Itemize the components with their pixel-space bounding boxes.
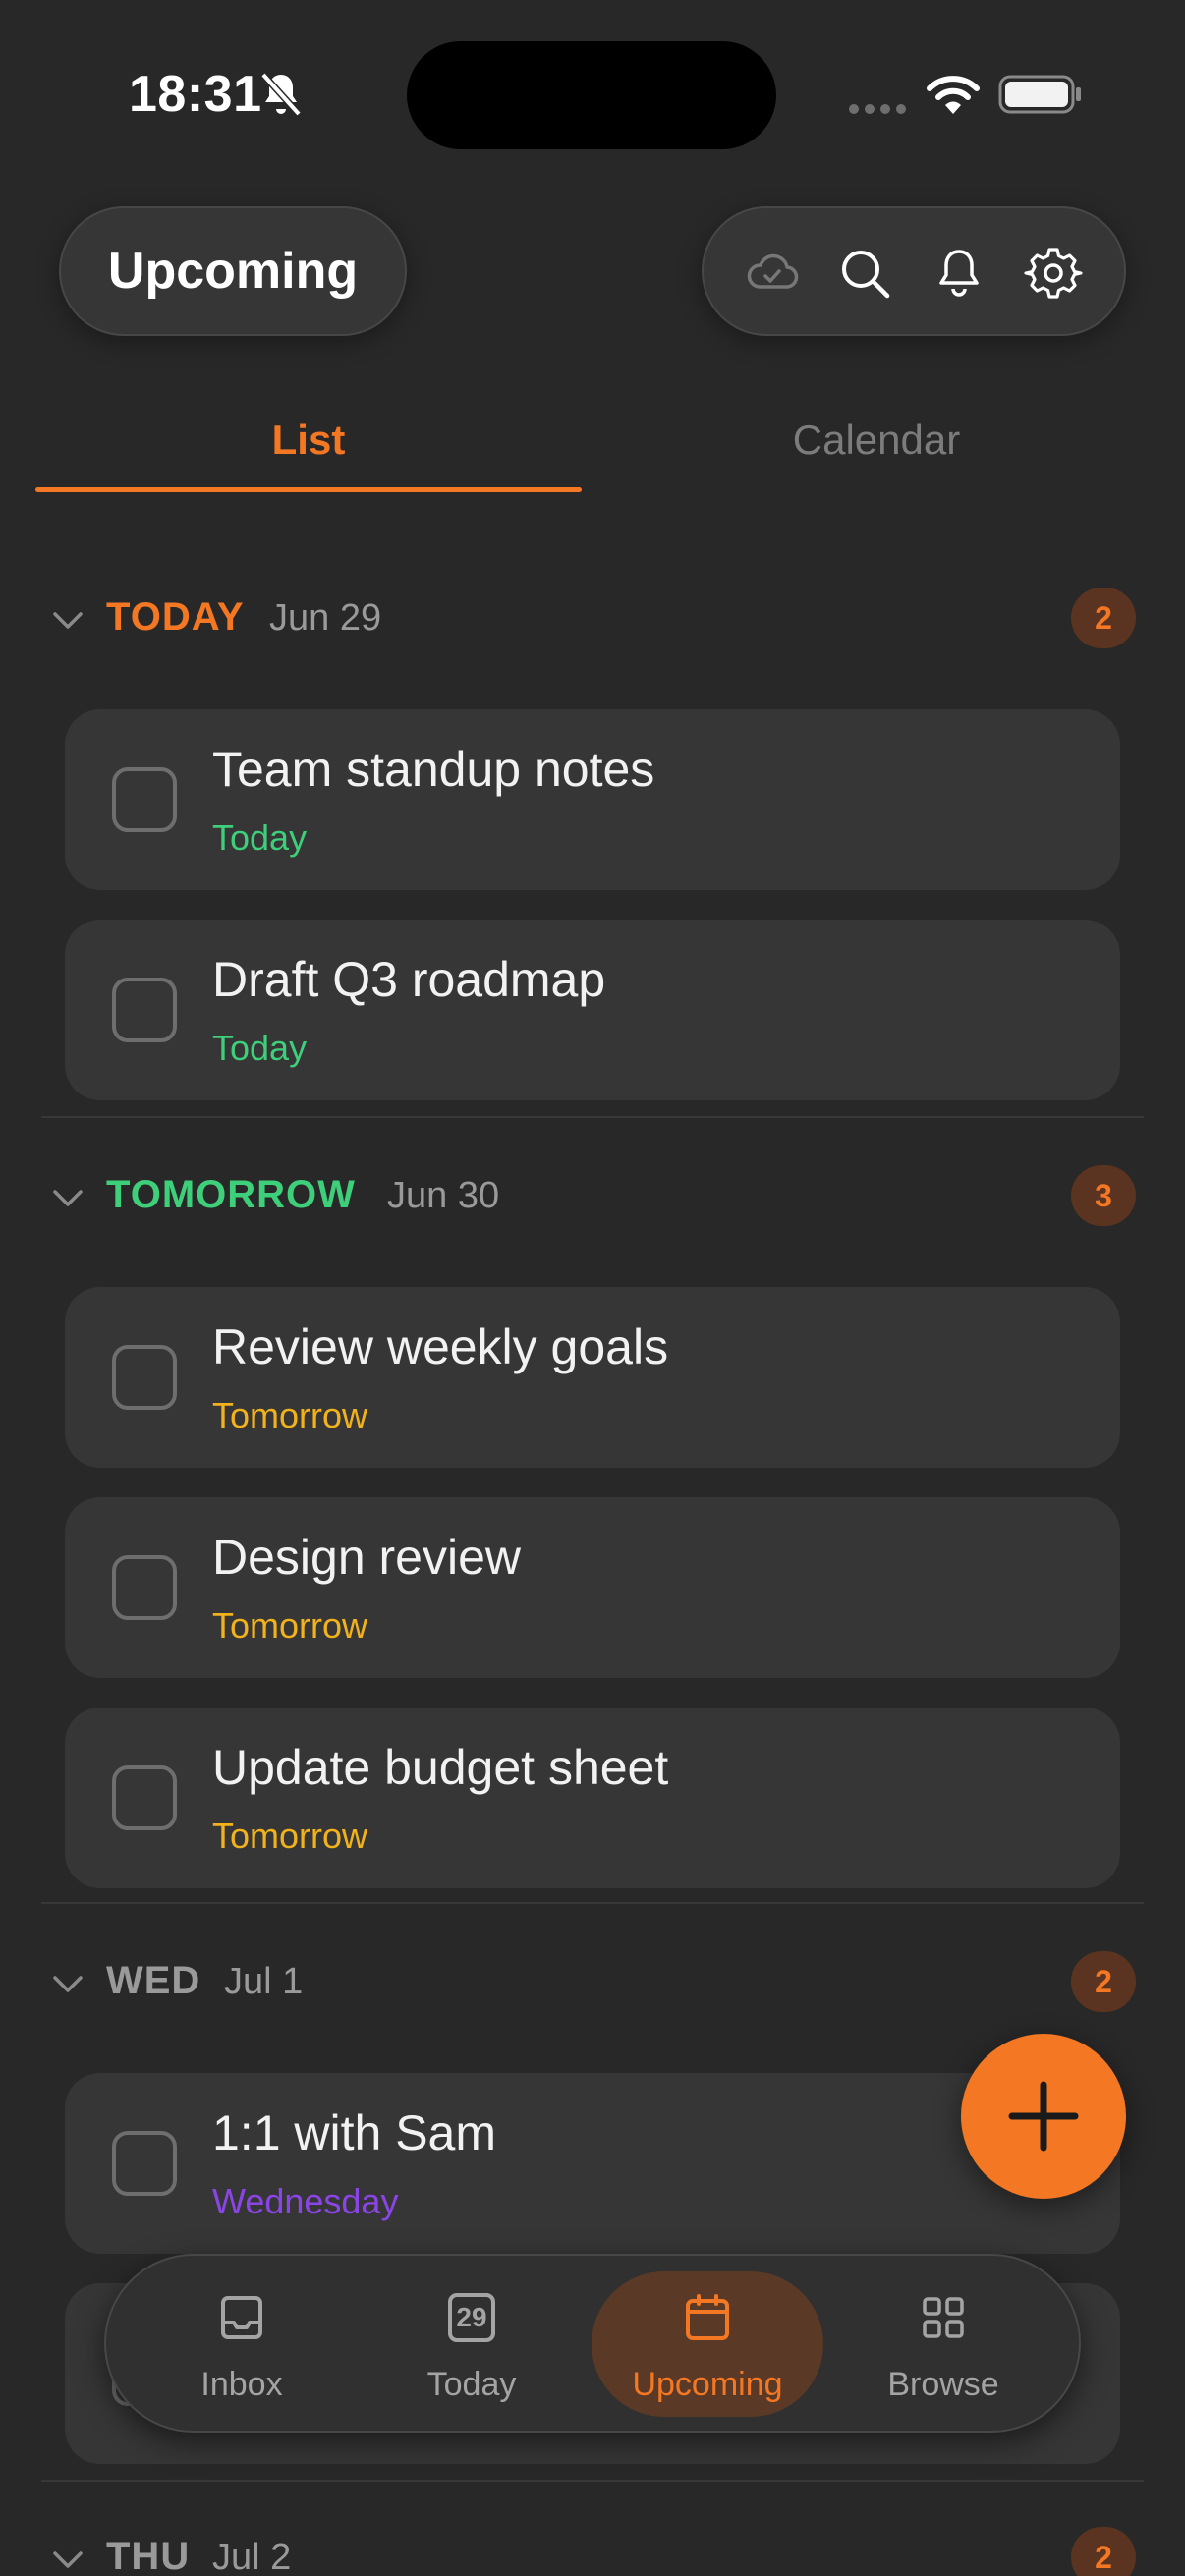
task-due: Today: [212, 817, 308, 858]
task-checkbox[interactable]: [112, 767, 177, 832]
section-label: TODAY: [106, 595, 245, 639]
count-badge: 2: [1071, 588, 1136, 648]
section-label: TOMORROW: [106, 1173, 356, 1216]
task-item[interactable]: Update budget sheet Tomorrow: [65, 1708, 1120, 1888]
wifi-icon: [927, 76, 980, 114]
chevron-down-icon[interactable]: [51, 1969, 85, 1998]
section-header-wed[interactable]: WED Jul 1 2: [0, 1949, 1185, 2018]
task-checkbox[interactable]: [112, 2131, 177, 2196]
add-task-button[interactable]: [961, 2034, 1126, 2199]
task-item[interactable]: Team standup notes Today: [65, 709, 1120, 890]
calendar-icon: [686, 2294, 729, 2340]
section-header-today[interactable]: TODAY Jun 29 2: [0, 586, 1185, 654]
section-date: Jul 1: [224, 1961, 304, 2002]
section-header-tomorrow[interactable]: TOMORROW Jun 30 3: [0, 1163, 1185, 1232]
nav-label: Inbox: [200, 2366, 283, 2403]
task-checkbox[interactable]: [112, 1555, 177, 1620]
tab-indicator: [35, 487, 582, 492]
inbox-icon: [221, 2296, 262, 2339]
tab-list[interactable]: List: [35, 417, 582, 495]
task-title: Draft Q3 roadmap: [212, 952, 606, 1007]
status-time: 18:31: [129, 66, 262, 123]
chevron-down-icon[interactable]: [51, 605, 85, 635]
count-badge: 2: [1071, 2527, 1136, 2576]
task-checkbox[interactable]: [112, 1765, 177, 1830]
plus-icon: [1008, 2081, 1079, 2152]
dynamic-island: [407, 41, 776, 149]
task-title: Review weekly goals: [212, 1319, 669, 1374]
section-divider: [41, 2480, 1144, 2482]
count-badge: 2: [1071, 1951, 1136, 2012]
section-date: Jul 2: [212, 2537, 292, 2576]
nav-label: Today: [426, 2366, 517, 2403]
task-title: Design review: [212, 1530, 522, 1585]
section-divider: [41, 1116, 1144, 1118]
task-title: 1:1 with Sam: [212, 2105, 497, 2160]
grid-icon: [923, 2297, 964, 2338]
chevron-down-icon[interactable]: [51, 1183, 85, 1212]
section-divider: [41, 1902, 1144, 1904]
task-due: Today: [212, 1028, 308, 1068]
bell-slash-icon: [260, 72, 302, 117]
section-label: WED: [106, 1959, 201, 2002]
task-title: Team standup notes: [212, 742, 655, 797]
nav-inbox[interactable]: Inbox: [126, 2271, 358, 2417]
nav-upcoming[interactable]: Upcoming: [592, 2271, 823, 2417]
task-checkbox[interactable]: [112, 978, 177, 1042]
nav-today[interactable]: 29 Today: [356, 2271, 588, 2417]
section-date: Jun 30: [387, 1175, 500, 1216]
header-actions: [702, 206, 1126, 336]
tab-calendar[interactable]: Calendar: [603, 417, 1150, 495]
calendar-day-icon: 29: [448, 2293, 495, 2342]
task-due: Tomorrow: [212, 1816, 368, 1856]
task-item[interactable]: Design review Tomorrow: [65, 1497, 1120, 1678]
cloud-sync-icon[interactable]: [743, 244, 802, 303]
page-title[interactable]: Upcoming: [59, 206, 407, 336]
section-header-thu[interactable]: THU Jul 2 2: [0, 2525, 1185, 2576]
count-badge: 3: [1071, 1165, 1136, 1226]
task-due: Tomorrow: [212, 1605, 368, 1646]
task-title: Update budget sheet: [212, 1740, 669, 1795]
chevron-down-icon[interactable]: [51, 2545, 85, 2574]
search-icon[interactable]: [835, 244, 894, 303]
status-bar: 18:31: [0, 0, 1185, 187]
task-item[interactable]: Review weekly goals Tomorrow: [65, 1287, 1120, 1468]
bottom-nav: Inbox 29 Today Upcoming Browse: [104, 2254, 1081, 2433]
battery-icon: [998, 75, 1081, 114]
nav-label: Upcoming: [632, 2366, 783, 2403]
section-label: THU: [106, 2535, 191, 2576]
nav-label: Browse: [887, 2366, 999, 2403]
task-checkbox[interactable]: [112, 1345, 177, 1410]
gear-icon[interactable]: [1024, 244, 1083, 303]
section-date: Jun 29: [269, 597, 382, 639]
task-item[interactable]: Draft Q3 roadmap Today: [65, 920, 1120, 1100]
bell-icon[interactable]: [930, 244, 988, 303]
nav-browse[interactable]: Browse: [827, 2271, 1059, 2417]
task-due: Tomorrow: [212, 1395, 368, 1435]
task-due: Wednesday: [212, 2181, 399, 2221]
signal-dots-icon: [849, 104, 906, 114]
